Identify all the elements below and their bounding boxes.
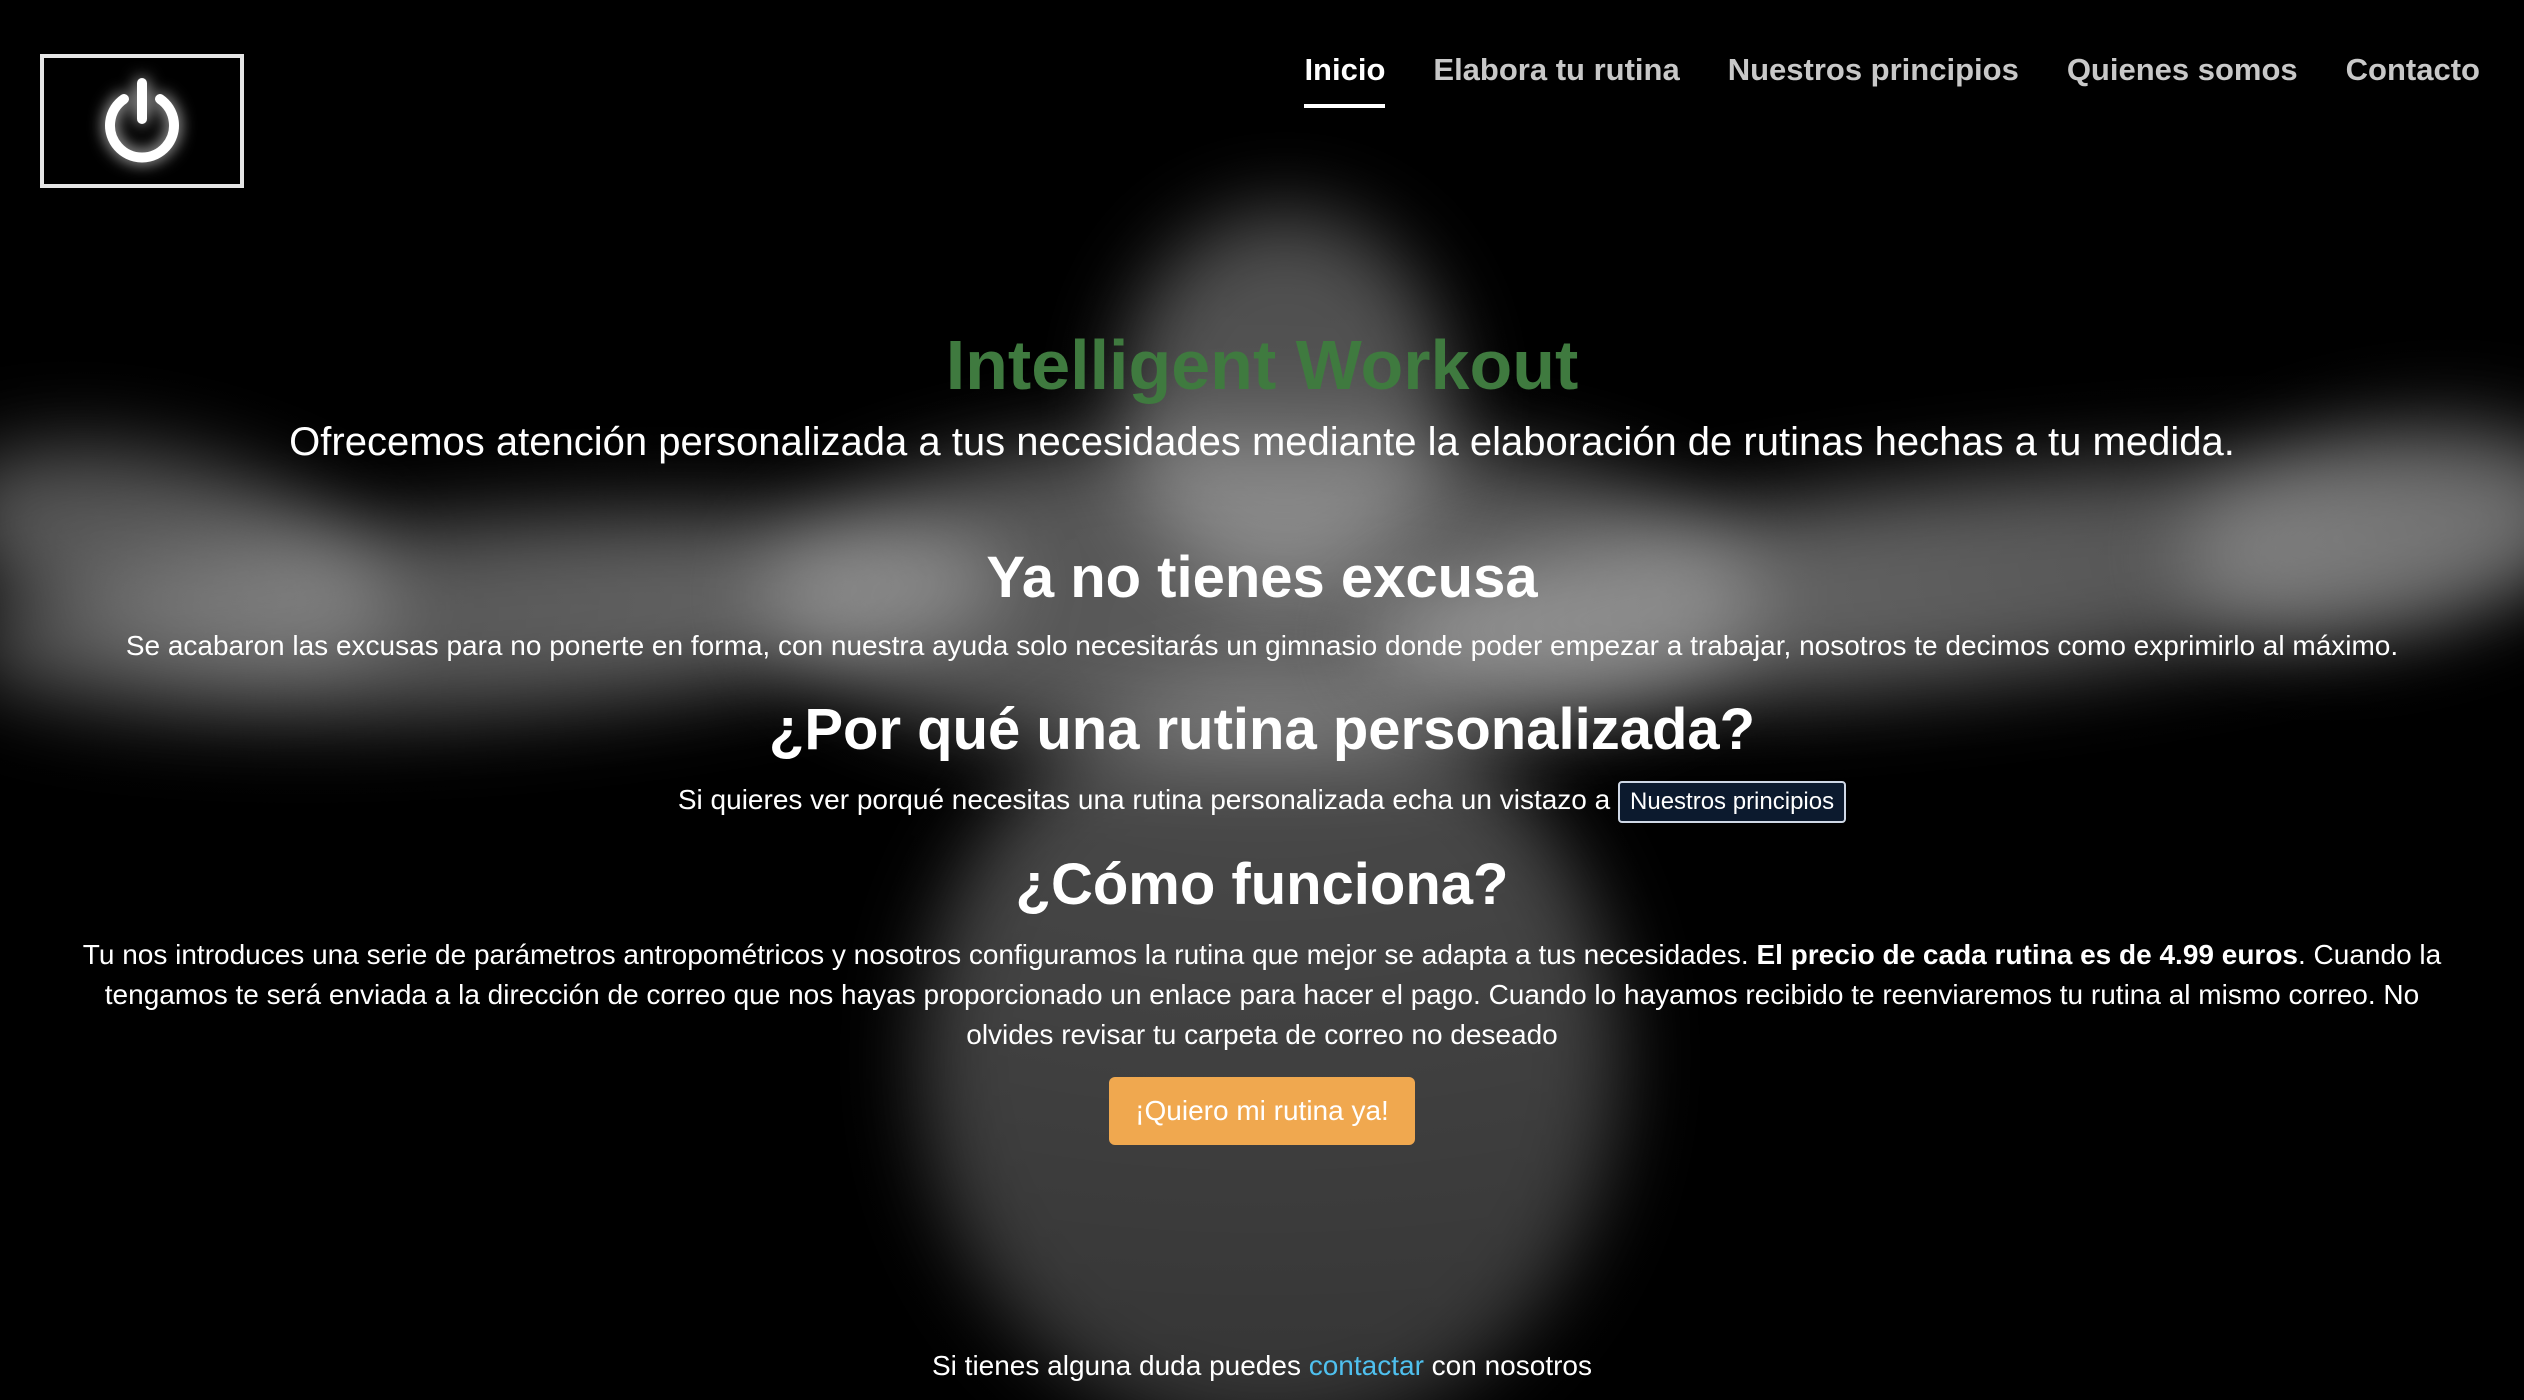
- section-title-excusa: Ya no tienes excusa: [986, 545, 1538, 610]
- personalizada-text: Si quieres ver porqué necesitas una ruti…: [677, 784, 1611, 815]
- section-title-personalizada: ¿Por qué una rutina personalizada?: [768, 697, 1756, 762]
- section-personalizada: ¿Por qué una rutina personalizada? Si qu…: [0, 690, 2524, 823]
- main-content: Intelligent Workout Ofrecemos atención p…: [0, 320, 2524, 1145]
- main-nav: Inicio Elabora tu rutina Nuestros princi…: [1304, 52, 2480, 108]
- section-text-funciona: Tu nos introduces una serie de parámetro…: [72, 935, 2452, 1055]
- footer-text-before: Si tienes alguna duda puedes: [931, 1350, 1309, 1381]
- logo-link[interactable]: [40, 54, 244, 188]
- section-text-excusa: Se acabaron las excusas para no ponerte …: [125, 630, 2399, 661]
- funciona-text-before: Tu nos introduces una serie de parámetro…: [82, 938, 1757, 970]
- section-excusa: Ya no tienes excusa Se acabaron las excu…: [0, 538, 2524, 666]
- contactar-link[interactable]: contactar: [1309, 1350, 1424, 1381]
- nav-item-contacto[interactable]: Contacto: [2346, 52, 2480, 108]
- power-icon: [105, 78, 179, 163]
- section-funciona: ¿Cómo funciona? Tu nos introduces una se…: [0, 845, 2524, 1145]
- price-text: El precio de cada rutina es de 4.99 euro…: [1756, 938, 2298, 970]
- footer: Si tienes alguna duda puedes contactar c…: [0, 1346, 2524, 1386]
- hero-title: Intelligent Workout: [945, 326, 1579, 404]
- page: Inicio Elabora tu rutina Nuestros princi…: [0, 0, 2524, 1400]
- nuestros-principios-link[interactable]: Nuestros principios: [1618, 780, 1847, 823]
- nav-item-elabora-tu-rutina[interactable]: Elabora tu rutina: [1433, 52, 1679, 108]
- footer-text-after: con nosotros: [1423, 1350, 1593, 1381]
- section-title-funciona: ¿Cómo funciona?: [1015, 851, 1509, 917]
- nav-item-nuestros-principios[interactable]: Nuestros principios: [1728, 52, 2019, 108]
- nav-item-inicio[interactable]: Inicio: [1304, 52, 1385, 108]
- quiero-mi-rutina-button[interactable]: ¡Quiero mi rutina ya!: [1109, 1076, 1415, 1145]
- section-text-personalizada: Si quieres ver porqué necesitas una ruti…: [0, 780, 2524, 823]
- hero-subtitle: Ofrecemos atención personalizada a tus n…: [289, 420, 2235, 464]
- nav-item-quienes-somos[interactable]: Quienes somos: [2067, 52, 2298, 108]
